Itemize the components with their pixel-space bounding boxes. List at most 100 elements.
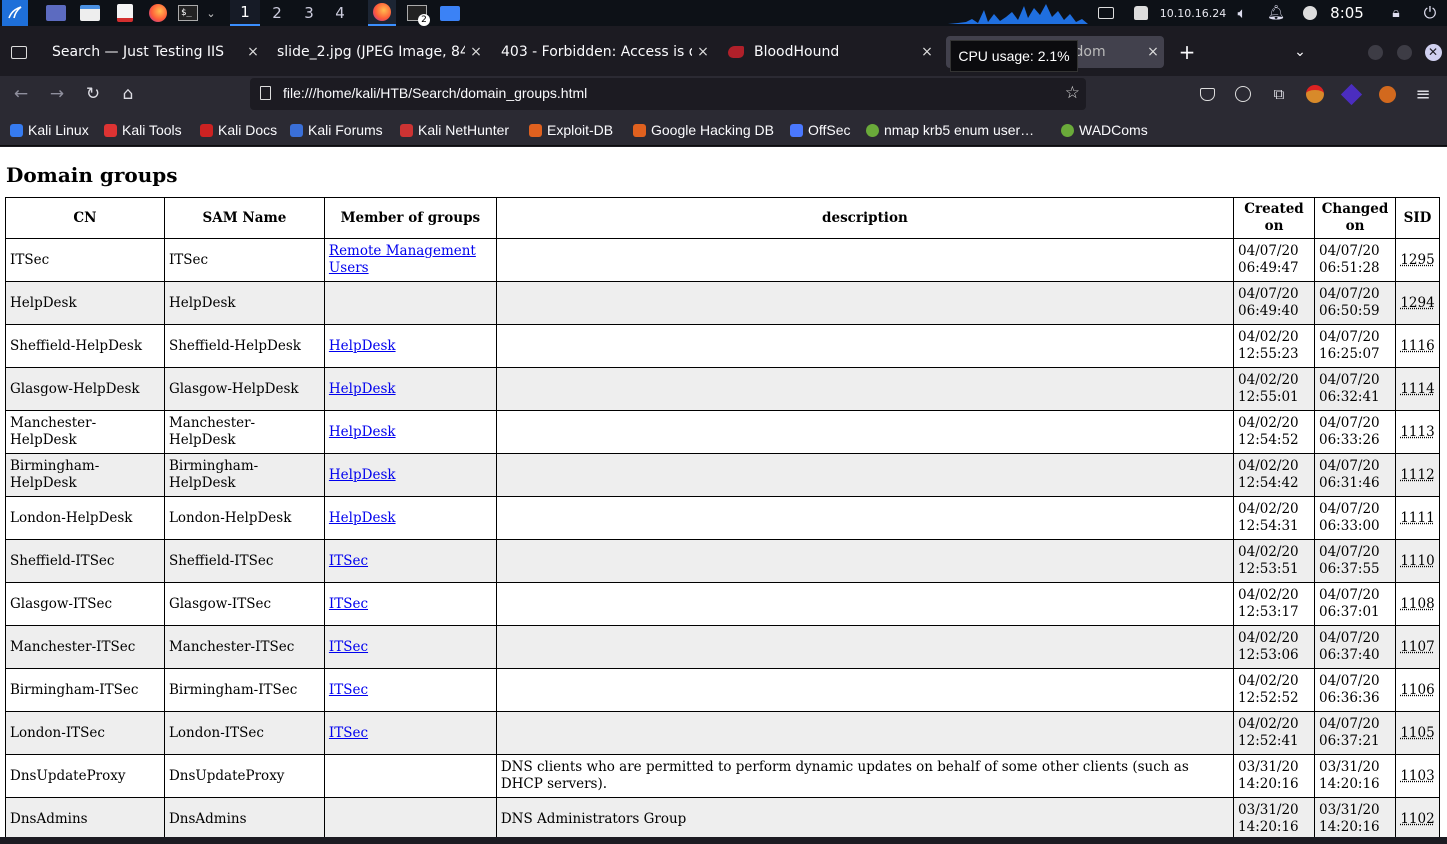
new-tab-button[interactable]: +: [1174, 36, 1200, 68]
text-editor-icon[interactable]: [113, 2, 137, 24]
firefox-view-icon[interactable]: [5, 36, 33, 68]
column-header-changed-on[interactable]: Changed on: [1314, 197, 1396, 239]
workspace-1[interactable]: 1: [230, 0, 260, 26]
member-group-link[interactable]: HelpDesk: [329, 381, 396, 397]
cell-sid[interactable]: 1110: [1394, 539, 1441, 583]
member-group-link[interactable]: Remote Management Users: [329, 243, 476, 276]
page-content: Domain groups CN SAM Name Member of grou…: [0, 147, 1447, 837]
member-group-link[interactable]: HelpDesk: [329, 338, 396, 354]
cookie-extension-icon[interactable]: [1374, 82, 1400, 106]
cell-sid[interactable]: 1103: [1394, 754, 1441, 798]
bookmark-exploit-db[interactable]: Exploit-DB: [529, 121, 613, 139]
url-text[interactable]: file:///home/kali/HTB/Search/domain_grou…: [283, 85, 587, 101]
account-icon[interactable]: [1230, 82, 1256, 106]
folder-window-icon[interactable]: [437, 2, 463, 24]
workspace-switcher-icon[interactable]: [44, 2, 68, 24]
column-header-sid[interactable]: SID: [1394, 197, 1441, 239]
terminal-window-icon[interactable]: 2: [403, 2, 431, 26]
notification-bell-icon[interactable]: 🔔︎: [1266, 2, 1286, 24]
hamburger-menu-icon[interactable]: ≡: [1410, 82, 1436, 106]
cell-sid[interactable]: 1107: [1394, 625, 1441, 669]
cell-sid[interactable]: 1294: [1394, 281, 1441, 325]
cell-sid[interactable]: 1105: [1394, 711, 1441, 755]
bookmark-kali-tools[interactable]: Kali Tools: [104, 121, 182, 139]
cell-sid[interactable]: 1113: [1394, 410, 1441, 454]
forward-arrow-icon[interactable]: →: [44, 82, 70, 106]
chevron-down-icon[interactable]: ⌄: [203, 2, 219, 24]
bookmark-kali-docs[interactable]: Kali Docs: [200, 121, 277, 139]
close-icon[interactable]: ×: [916, 44, 938, 60]
list-all-tabs-icon[interactable]: ⌄: [1288, 36, 1312, 68]
member-group-link[interactable]: ITSec: [329, 596, 368, 612]
firefox-launcher-icon[interactable]: [146, 2, 170, 24]
member-group-link[interactable]: ITSec: [329, 725, 368, 741]
lock-icon[interactable]: 🔒︎: [1385, 2, 1407, 24]
cell-sid[interactable]: 1112: [1394, 453, 1441, 497]
column-header-cn[interactable]: CN: [5, 197, 165, 239]
table-row: Glasgow-ITSec Glasgow-ITSec ITSec 04/02/20 …: [5, 582, 1441, 626]
bookmark-wadcoms[interactable]: WADComs: [1061, 121, 1148, 139]
cell-created-on: 04/02/20 12:52:41: [1233, 711, 1315, 755]
clock[interactable]: 8:05: [1326, 2, 1368, 24]
member-group-link[interactable]: ITSec: [329, 639, 368, 655]
cell-sid[interactable]: 1116: [1394, 324, 1441, 368]
column-header-member-of[interactable]: Member of groups: [323, 197, 497, 239]
terminal-launcher-icon[interactable]: $_: [176, 2, 200, 24]
file-manager-icon[interactable]: [78, 2, 102, 24]
cell-description: DNS Administrators Group: [495, 797, 1235, 837]
bookmark-kali-linux[interactable]: Kali Linux: [10, 121, 89, 139]
tab-bloodhound[interactable]: BloodHound ×: [722, 36, 938, 68]
cell-sid[interactable]: 1102: [1394, 797, 1441, 837]
cell-sid[interactable]: 1295: [1394, 238, 1441, 282]
member-group-link[interactable]: ITSec: [329, 553, 368, 569]
home-icon[interactable]: ⌂: [115, 82, 141, 106]
close-icon[interactable]: ×: [242, 44, 264, 60]
close-window-button[interactable]: ✕: [1422, 36, 1444, 68]
foxyproxy-extension-icon[interactable]: [1302, 82, 1328, 106]
member-group-link[interactable]: HelpDesk: [329, 467, 396, 483]
cell-sid[interactable]: 1108: [1394, 582, 1441, 626]
workspace-3[interactable]: 3: [294, 0, 324, 26]
bookmark-nmap-krb5[interactable]: nmap krb5 enum user…: [866, 121, 1034, 139]
reload-icon[interactable]: ↻: [80, 82, 106, 106]
extensions-icon[interactable]: ⧉: [1266, 82, 1292, 106]
column-header-description[interactable]: description: [495, 197, 1235, 239]
volume-icon[interactable]: 🔈︎: [1232, 2, 1252, 24]
bookmark-google-hacking-db[interactable]: Google Hacking DB: [633, 121, 774, 139]
back-arrow-icon[interactable]: ←: [8, 82, 34, 106]
address-bar[interactable]: file:///home/kali/HTB/Search/domain_grou…: [250, 78, 1086, 110]
bookmark-kali-nethunter[interactable]: Kali NetHunter: [400, 121, 509, 139]
tab-403-forbidden[interactable]: 403 - Forbidden: Access is de ×: [496, 36, 714, 68]
bookmark-offsec[interactable]: OffSec: [790, 121, 851, 139]
workspace-4[interactable]: 4: [325, 0, 355, 26]
close-icon[interactable]: ×: [465, 44, 487, 60]
kali-linux-icon: [10, 123, 23, 137]
pocket-icon[interactable]: [1194, 82, 1220, 106]
firefox-window-icon[interactable]: [368, 0, 396, 26]
workspace-2[interactable]: 2: [262, 0, 292, 26]
close-icon[interactable]: ×: [692, 44, 714, 60]
power-manager-icon[interactable]: [1300, 2, 1320, 24]
bookmark-kali-forums[interactable]: Kali Forums: [290, 121, 383, 139]
wappalyzer-extension-icon[interactable]: [1338, 82, 1364, 106]
network-screen-icon[interactable]: [1096, 2, 1116, 24]
cell-sid[interactable]: 1106: [1394, 668, 1441, 712]
cpu-graph[interactable]: [948, 2, 1088, 24]
close-icon[interactable]: ×: [1142, 44, 1164, 60]
vpn-icon[interactable]: [1130, 2, 1152, 24]
power-icon[interactable]: ⏻: [1418, 2, 1442, 24]
table-row: HelpDesk HelpDesk 04/07/20 06:49:40 04/07/2…: [5, 281, 1441, 325]
cell-sid[interactable]: 1114: [1394, 367, 1441, 411]
column-header-created-on[interactable]: Created on: [1233, 197, 1315, 239]
bookmark-star-icon[interactable]: ☆: [1065, 83, 1080, 103]
tab-search[interactable]: Search — Just Testing IIS ×: [46, 36, 264, 68]
minimize-button[interactable]: [1365, 36, 1385, 68]
tab-slide-image[interactable]: slide_2.jpg (JPEG Image, 842 ×: [272, 36, 487, 68]
maximize-button[interactable]: [1394, 36, 1414, 68]
member-group-link[interactable]: HelpDesk: [329, 424, 396, 440]
kali-menu-icon[interactable]: [2, 0, 28, 26]
member-group-link[interactable]: HelpDesk: [329, 510, 396, 526]
column-header-sam-name[interactable]: SAM Name: [163, 197, 325, 239]
member-group-link[interactable]: ITSec: [329, 682, 368, 698]
cell-sid[interactable]: 1111: [1394, 496, 1441, 540]
